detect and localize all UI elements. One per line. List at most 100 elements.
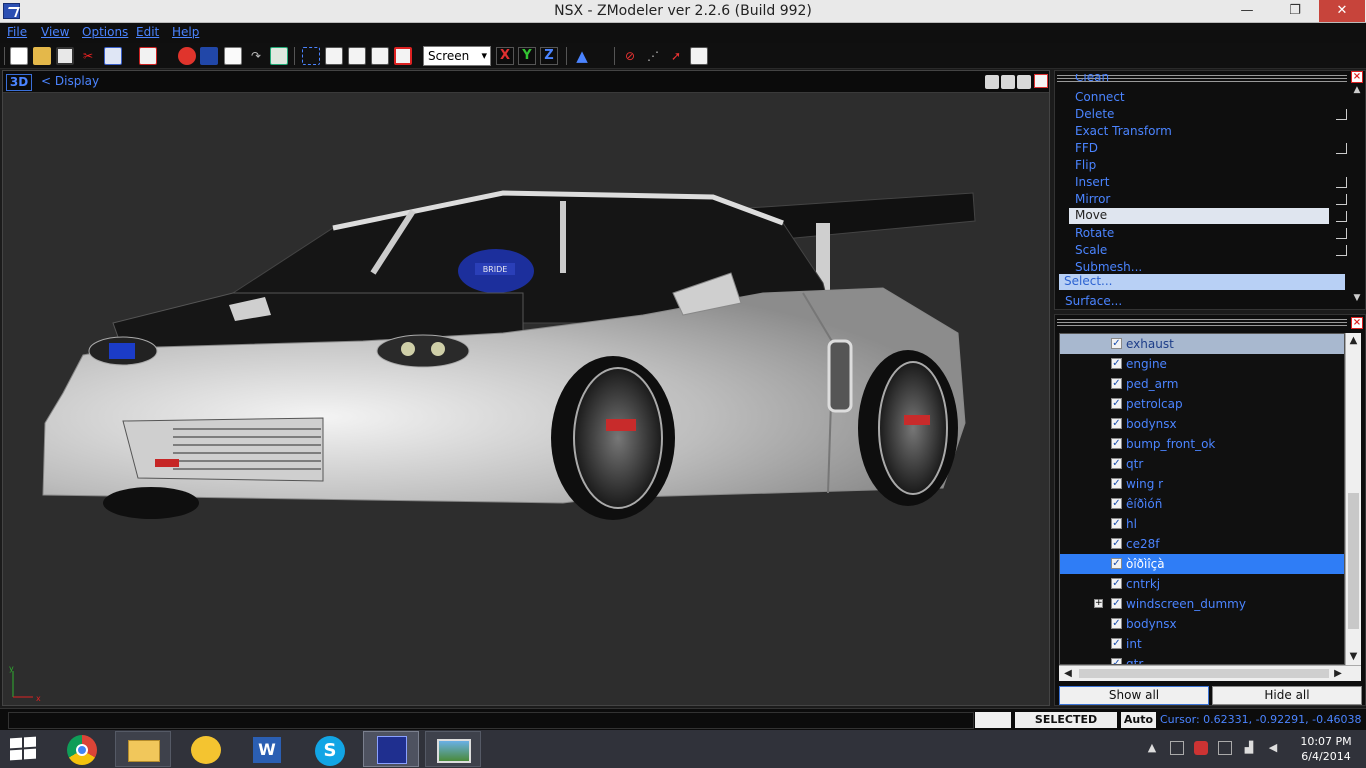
visibility-checkbox[interactable]: ✓ — [1111, 398, 1122, 409]
tree-item[interactable]: ✓ êíðìóñ — [1060, 494, 1344, 514]
pan-hand-icon[interactable] — [1001, 75, 1015, 89]
zmodeler-taskbar-button[interactable] — [363, 731, 419, 767]
close-icon[interactable]: × — [1351, 317, 1363, 329]
coordinate-mode-select[interactable]: Screen — [423, 46, 491, 66]
tools-scrollbar[interactable]: ▲ ▼ — [1351, 85, 1363, 305]
tool-options-box[interactable] — [1336, 245, 1347, 256]
axis-x-toggle[interactable]: X — [496, 47, 514, 65]
menu-edit[interactable]: Edit — [136, 25, 159, 39]
render-icon[interactable] — [270, 47, 288, 65]
tree-item[interactable]: ✓ bodynsx — [1060, 614, 1344, 634]
visibility-checkbox[interactable]: ✓ — [1111, 378, 1122, 389]
tool-options-box[interactable] — [1336, 228, 1347, 239]
selected-mode-indicator[interactable]: SELECTED MODE — [1015, 712, 1117, 742]
tree-item[interactable]: ✓ ped_arm — [1060, 374, 1344, 394]
link-icon[interactable] — [200, 47, 218, 65]
system-clock[interactable]: 10:07 PM 6/4/2014 — [1292, 734, 1360, 764]
start-button[interactable] — [6, 736, 40, 762]
tool-ffd[interactable]: FFD — [1075, 141, 1098, 155]
undo-icon[interactable] — [139, 47, 157, 65]
tree-horizontal-scrollbar[interactable]: ◀ ▶ — [1059, 665, 1361, 681]
file-explorer-taskbar-button[interactable] — [115, 731, 171, 767]
tool-options-box[interactable] — [1336, 211, 1347, 222]
close-icon[interactable]: × — [1351, 71, 1363, 83]
visibility-checkbox[interactable]: ✓ — [1111, 418, 1122, 429]
visibility-checkbox[interactable]: ✓ — [1111, 538, 1122, 549]
tree-item[interactable]: ✓ petrolcap — [1060, 394, 1344, 414]
scroll-left-icon[interactable]: ◀ — [1061, 666, 1075, 681]
minimize-view-icon[interactable] — [1017, 75, 1031, 89]
tree-item[interactable]: ✓ qtr — [1060, 454, 1344, 474]
tool-mirror[interactable]: Mirror — [1075, 192, 1110, 206]
save-icon[interactable] — [56, 47, 74, 65]
axis-up-icon[interactable]: ▲ — [573, 47, 591, 65]
restore-button[interactable]: ❐ — [1272, 0, 1318, 22]
scroll-right-icon[interactable]: ▶ — [1331, 666, 1345, 681]
visibility-checkbox[interactable]: ✓ — [1111, 558, 1122, 569]
pointer-icon[interactable]: ➚ — [667, 47, 685, 65]
tool-surface[interactable]: Surface... — [1065, 294, 1122, 308]
redo-icon[interactable]: ↷ — [247, 47, 265, 65]
menu-help[interactable]: Help — [172, 25, 199, 39]
chrome-taskbar-button[interactable] — [53, 731, 109, 767]
tree-vertical-scrollbar[interactable]: ▲ ▼ — [1345, 333, 1361, 665]
scroll-up-icon[interactable]: ▲ — [1346, 333, 1361, 349]
close-button[interactable]: ✕ — [1319, 0, 1365, 22]
tool-flip[interactable]: Flip — [1075, 158, 1096, 172]
visibility-checkbox[interactable]: ✓ — [1111, 638, 1122, 649]
3d-viewport[interactable]: 3D < Display BRIDE y x — [2, 70, 1050, 706]
tool-scale[interactable]: Scale — [1075, 243, 1107, 257]
show-hidden-icons[interactable]: ▲ — [1145, 741, 1159, 755]
network-icon[interactable]: ▟ — [1242, 741, 1256, 755]
tool-move[interactable]: Move — [1069, 208, 1329, 224]
tree-item[interactable]: ✓ bump_front_ok — [1060, 434, 1344, 454]
tree-item[interactable]: ✓ cntrkj — [1060, 574, 1344, 594]
maximize-view-icon[interactable] — [1034, 74, 1048, 88]
outlook-taskbar-button[interactable] — [177, 731, 233, 767]
copy-icon[interactable] — [104, 47, 122, 65]
menu-view[interactable]: View — [41, 25, 69, 39]
visibility-checkbox[interactable]: ✓ — [1111, 618, 1122, 629]
tool-insert[interactable]: Insert — [1075, 175, 1109, 189]
tool-options-box[interactable] — [1336, 109, 1347, 120]
tree-item[interactable]: ✓ ce28f — [1060, 534, 1344, 554]
display-icon[interactable] — [1218, 741, 1232, 755]
open-folder-icon[interactable] — [33, 47, 51, 65]
show-all-button[interactable]: Show all — [1059, 686, 1209, 705]
visibility-checkbox[interactable]: ✓ — [1111, 598, 1122, 609]
select-face-icon[interactable] — [325, 47, 343, 65]
tool-connect[interactable]: Connect — [1075, 90, 1125, 104]
snap-icon[interactable]: ⋰ — [644, 47, 662, 65]
axis-z-toggle[interactable]: Z — [540, 47, 558, 65]
scroll-thumb[interactable] — [1079, 669, 1329, 678]
auto-indicator[interactable]: Auto — [1121, 712, 1156, 728]
tree-item[interactable]: ✓ bodynsx — [1060, 414, 1344, 434]
visibility-checkbox[interactable]: ✓ — [1111, 438, 1122, 449]
scroll-down-icon[interactable]: ▼ — [1346, 649, 1361, 665]
select-group-icon[interactable] — [371, 47, 389, 65]
hide-all-button[interactable]: Hide all — [1212, 686, 1362, 705]
expand-icon[interactable]: + — [1094, 599, 1103, 608]
display-breadcrumb[interactable]: < Display — [41, 74, 99, 88]
view-mode-label[interactable]: 3D — [6, 74, 32, 91]
menu-file[interactable]: File — [7, 25, 27, 39]
tool-options-box[interactable] — [1336, 194, 1347, 205]
tool-exact-transform[interactable]: Exact Transform — [1075, 124, 1172, 138]
visibility-checkbox[interactable]: ✓ — [1111, 338, 1122, 349]
record-icon[interactable] — [178, 47, 196, 65]
tree-item[interactable]: ✓ int — [1060, 634, 1344, 654]
tool-options-box[interactable] — [1336, 177, 1347, 188]
new-file-icon[interactable] — [10, 47, 28, 65]
object-tree[interactable]: ✓ exhaust ✓ engine ✓ ped_arm ✓ petrolcap ✓ bo… — [1059, 333, 1345, 665]
photo-viewer-taskbar-button[interactable] — [425, 731, 481, 767]
document-icon[interactable] — [224, 47, 242, 65]
tool-options-box[interactable] — [1336, 143, 1347, 154]
minimize-button[interactable]: — — [1224, 0, 1270, 22]
tree-item[interactable]: ✓ engine — [1060, 354, 1344, 374]
graph-icon[interactable] — [690, 47, 708, 65]
magnet-icon[interactable]: ⊘ — [621, 47, 639, 65]
visibility-checkbox[interactable]: ✓ — [1111, 658, 1122, 664]
select-all-icon[interactable] — [394, 47, 412, 65]
cut-icon[interactable]: ✂ — [79, 47, 97, 65]
visibility-checkbox[interactable]: ✓ — [1111, 478, 1122, 489]
